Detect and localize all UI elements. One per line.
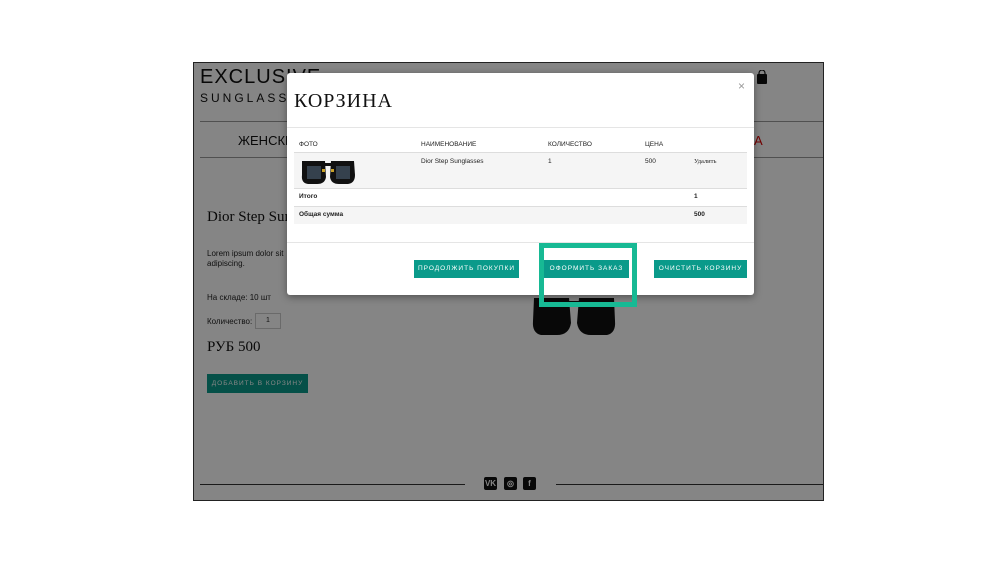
cart-modal: × КОРЗИНА ФОТО НАИМЕНОВАНИЕ КОЛИЧЕСТВО Ц… xyxy=(287,73,754,295)
sum-label: Общая сумма xyxy=(299,211,344,218)
sum-value: 500 xyxy=(694,211,705,218)
continue-shopping-button[interactable]: ПРОДОЛЖИТЬ ПОКУПКИ xyxy=(414,260,519,278)
item-quantity: 1 xyxy=(548,158,552,165)
modal-footer-divider xyxy=(287,242,754,243)
row-divider xyxy=(294,188,747,189)
sum-row: Общая сумма 500 xyxy=(294,206,747,224)
cart-item-row: Dior Step Sunglasses 1 500 Удалить xyxy=(294,153,747,188)
item-thumbnail xyxy=(301,161,355,184)
col-header-name: НАИМЕНОВАНИЕ xyxy=(421,141,477,148)
item-price: 500 xyxy=(645,158,656,165)
clear-cart-button[interactable]: ОЧИСТИТЬ КОРЗИНУ xyxy=(654,260,747,278)
col-header-price: ЦЕНА xyxy=(645,141,664,148)
item-name: Dior Step Sunglasses xyxy=(421,158,484,165)
total-value: 1 xyxy=(694,193,698,200)
close-icon[interactable]: × xyxy=(738,79,745,93)
total-label: Итого xyxy=(299,193,318,200)
modal-header-divider xyxy=(287,127,754,128)
checkout-highlight-box xyxy=(539,243,637,307)
col-header-photo: ФОТО xyxy=(299,141,318,148)
col-header-quantity: КОЛИЧЕСТВО xyxy=(548,141,592,148)
sum-divider-top xyxy=(294,206,747,207)
remove-item-link[interactable]: Удалить xyxy=(694,158,716,165)
modal-title: КОРЗИНА xyxy=(294,90,394,112)
